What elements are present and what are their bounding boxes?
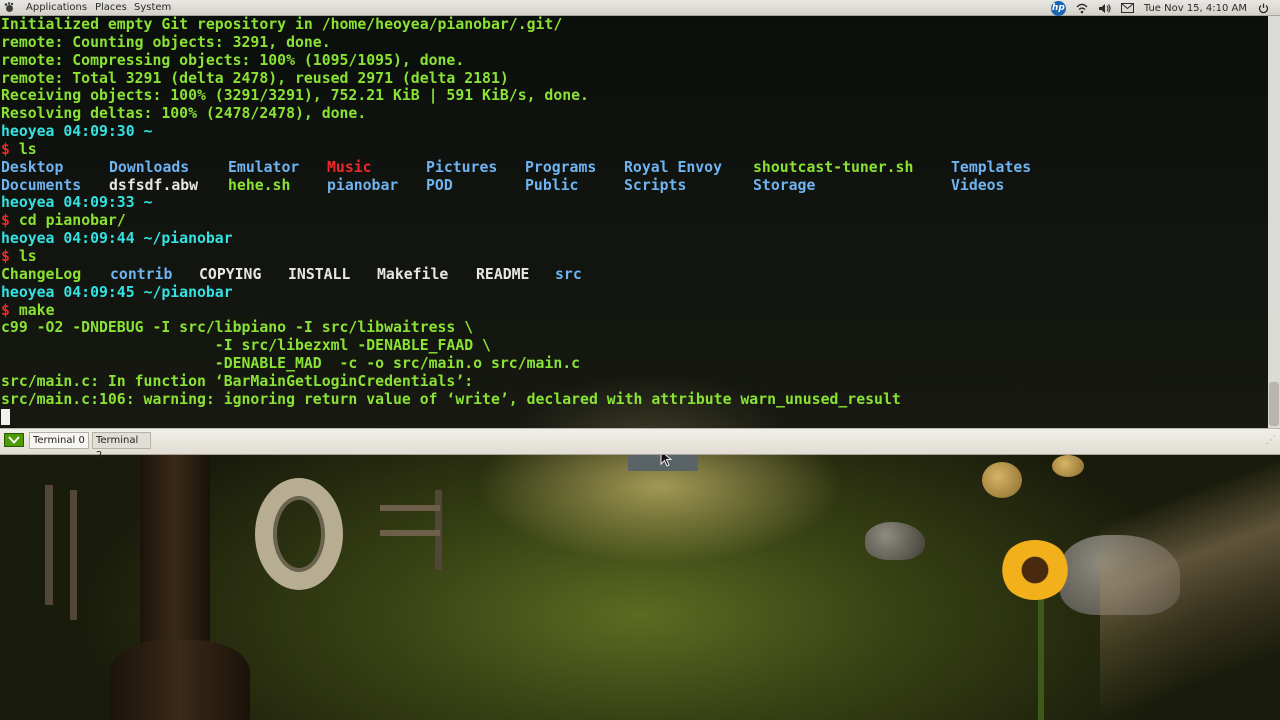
ls-entry: Videos — [951, 176, 1005, 194]
ls-row: Documents dsfsdf.abw hehe.sh pianobar POD Pub… — [1, 177, 1031, 195]
clock[interactable]: Tue Nov 15, 4:10 AM — [1144, 3, 1247, 14]
ls-row: ChangeLog contrib COPYING INSTALL Makefile RE… — [1, 266, 1031, 284]
hp-icon[interactable]: hp — [1050, 0, 1066, 16]
prompt-symbol: $ — [1, 212, 10, 230]
ls-entry: dsfsdf.abw — [109, 176, 199, 194]
ls-entry: Templates — [951, 158, 1032, 176]
wallpaper-fence-rail — [380, 505, 440, 511]
network-icon[interactable] — [1075, 1, 1089, 15]
prompt-info: heoyea 04:09:30 ~ — [1, 123, 153, 141]
command-text: make — [18, 301, 55, 319]
chevron-down-icon — [8, 436, 20, 444]
wallpaper-hay-bale — [1052, 455, 1084, 477]
terminal-line: Receiving objects: 100% (3291/3291), 752… — [1, 87, 589, 105]
ls-entry: contrib — [110, 265, 173, 283]
text-cursor — [1, 408, 10, 425]
terminal-line: -DENABLE_MAD -c -o src/main.o src/main.c — [1, 355, 581, 373]
new-tab-button[interactable] — [4, 433, 24, 447]
prompt-line: heoyea 04:09:45 ~/pianobar — [1, 284, 1031, 302]
ls-entry: Programs — [525, 158, 597, 176]
system-menu[interactable]: System — [134, 1, 171, 15]
command-line: $ cd pianobar/ — [1, 212, 1031, 230]
ls-entry: Makefile — [377, 265, 449, 283]
command-line: $ make — [1, 302, 1031, 320]
ls-entry: hehe.sh — [228, 176, 291, 194]
wallpaper-hay-bale — [982, 462, 1022, 498]
prompt-info: heoyea 04:09:33 ~ — [1, 194, 153, 212]
prompt-symbol: $ — [1, 301, 10, 319]
command-line: $ ls — [1, 141, 1031, 159]
ls-entry: Downloads — [109, 158, 190, 176]
ls-row: Desktop Downloads Emulator Music Pictures Pro… — [1, 159, 1031, 177]
terminal-tab-bar: Terminal 0 Terminal 2 ⋰ — [0, 428, 1280, 461]
ls-entry: COPYING — [199, 265, 262, 283]
system-tray: hp Tue Nov 15, 4:10 AM — [1050, 0, 1270, 16]
ls-entry: Public — [525, 176, 579, 194]
scrollbar-thumb[interactable] — [1269, 382, 1279, 426]
prompt-symbol: $ — [1, 140, 10, 158]
ls-entry: pianobar — [327, 176, 399, 194]
ls-entry: src — [555, 265, 582, 283]
volume-icon[interactable] — [1098, 1, 1112, 15]
applications-menu[interactable]: Applications — [26, 1, 87, 15]
cursor-line — [1, 408, 1031, 427]
prompt-symbol: $ — [1, 247, 10, 265]
ls-entry: Emulator — [228, 158, 300, 176]
terminal-line: remote: Counting objects: 3291, done. — [1, 33, 331, 51]
wallpaper-sunflower-stem — [1038, 580, 1044, 720]
terminal-output: Initialized empty Git repository in /hom… — [1, 16, 1031, 426]
terminal-line: Initialized empty Git repository in /hom… — [1, 16, 563, 33]
places-menu[interactable]: Places — [95, 1, 127, 15]
prompt-info: heoyea 04:09:44 ~/pianobar — [1, 230, 233, 248]
wallpaper-tree-root — [110, 640, 250, 720]
terminal-line: src/main.c:106: warning: ignoring return… — [1, 390, 901, 408]
ls-entry: Storage — [753, 176, 816, 194]
ls-entry: Royal Envoy — [624, 158, 722, 176]
tab-terminal-2[interactable]: Terminal 2 — [92, 432, 151, 461]
terminal-window[interactable]: Initialized empty Git repository in /hom… — [0, 16, 1268, 428]
terminal-scrollbar[interactable] — [1268, 16, 1280, 428]
wallpaper-fence-post — [70, 490, 77, 620]
power-icon[interactable] — [1256, 1, 1270, 15]
ls-entry: ChangeLog — [1, 265, 82, 283]
ls-entry: README — [476, 265, 530, 283]
tab-terminal-0[interactable]: Terminal 0 — [29, 432, 89, 449]
top-panel: Applications Places System hp Tue Nov 15… — [0, 0, 1280, 16]
command-text: ls — [18, 140, 37, 158]
wallpaper-rock — [865, 522, 925, 560]
ls-entry: Music — [327, 158, 372, 176]
terminal-line: c99 -O2 -DNDEBUG -I src/libpiano -I src/… — [1, 319, 474, 337]
terminal-line: -I src/libezxml -DENABLE_FAAD \ — [1, 337, 491, 355]
mail-icon[interactable] — [1121, 1, 1135, 15]
ls-entry: Desktop — [1, 158, 64, 176]
command-text: ls — [18, 247, 37, 265]
terminal-line: Resolving deltas: 100% (2478/2478), done… — [1, 105, 367, 123]
command-line: $ ls — [1, 248, 1031, 266]
prompt-line: heoyea 04:09:30 ~ — [1, 123, 1031, 141]
ls-entry: INSTALL — [288, 265, 351, 283]
terminal-line: remote: Total 3291 (delta 2478), reused … — [1, 69, 509, 87]
ls-entry: shoutcast-tuner.sh — [753, 158, 914, 176]
prompt-info: heoyea 04:09:45 ~/pianobar — [1, 283, 233, 301]
resize-grip-icon[interactable]: ⋰ — [1266, 435, 1276, 446]
terminal-line: src/main.c: In function ‘BarMainGetLogin… — [1, 372, 474, 390]
terminal-line: remote: Compressing objects: 100% (1095/… — [1, 51, 465, 69]
ls-entry: Scripts — [624, 176, 687, 194]
ls-entry: Documents — [1, 176, 82, 194]
wallpaper-fence-rail — [380, 530, 440, 536]
wallpaper-fence-post — [45, 485, 53, 605]
wallpaper-tire-swing — [255, 478, 343, 590]
prompt-line: heoyea 04:09:44 ~/pianobar — [1, 230, 1031, 248]
wallpaper-sunflower — [1000, 540, 1070, 600]
prompt-line: heoyea 04:09:33 ~ — [1, 194, 1031, 212]
gnome-foot-icon[interactable] — [4, 2, 15, 13]
command-text: cd pianobar/ — [18, 212, 126, 230]
ls-entry: Pictures — [426, 158, 498, 176]
wallpaper-dirt-path — [1100, 460, 1280, 720]
ls-entry: POD — [426, 176, 453, 194]
